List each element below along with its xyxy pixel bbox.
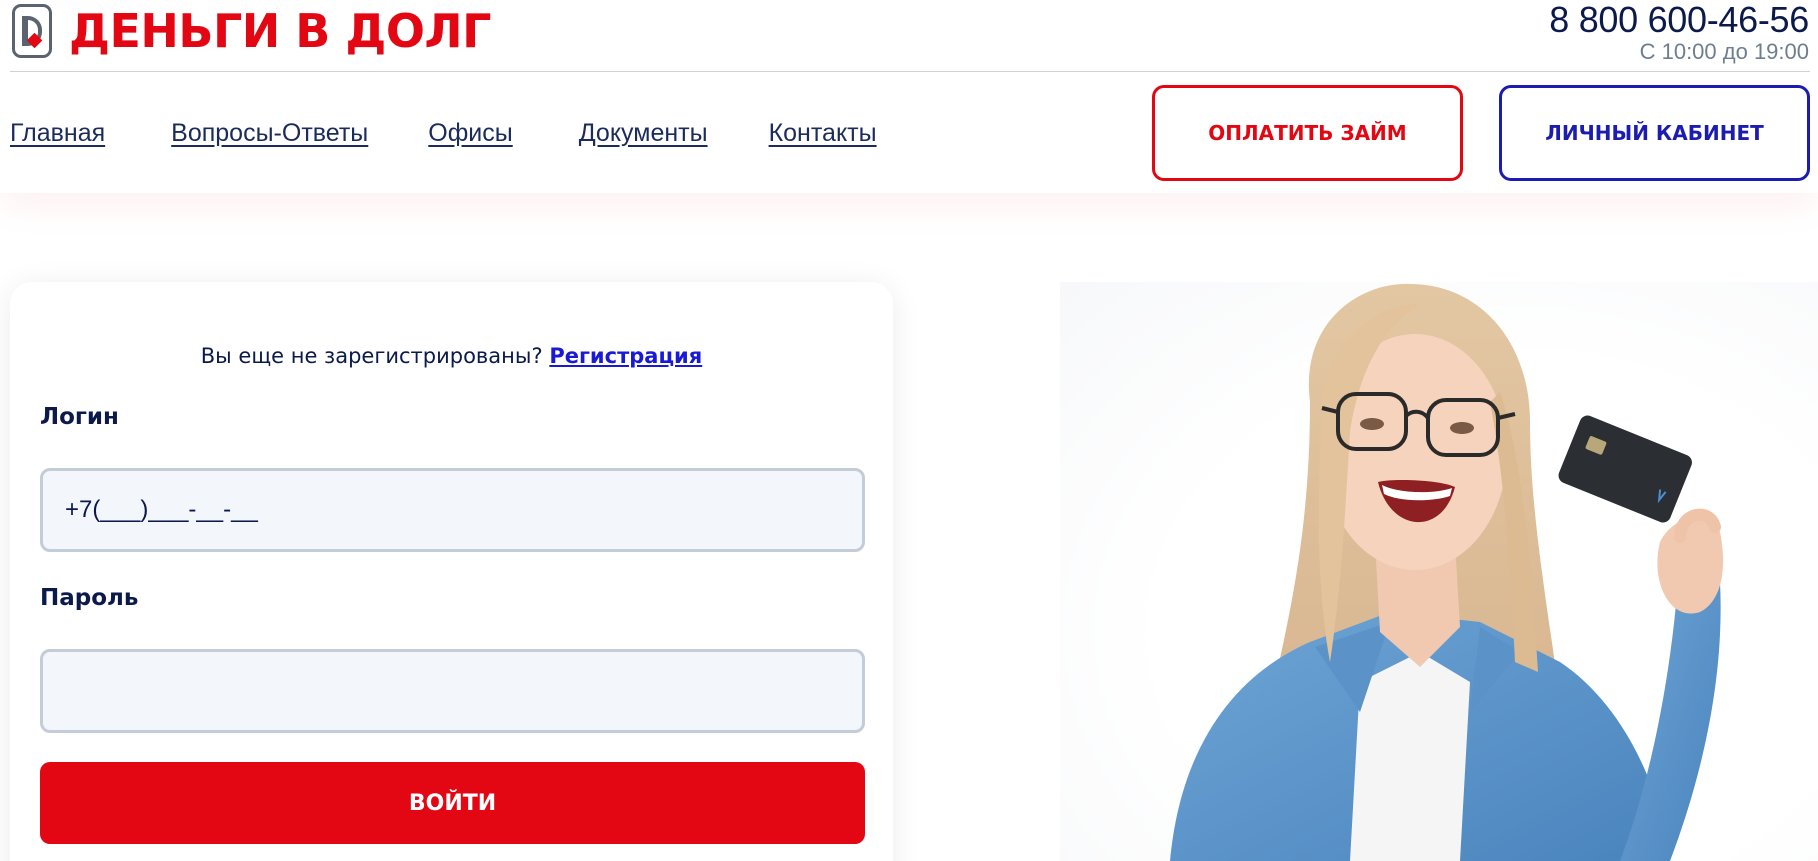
brand-name: ДЕНЬГИ В ДОЛГ [69,4,491,58]
registration-prompt: Вы еще не зарегистрированы? Регистрация [10,344,893,368]
pay-loan-button[interactable]: ОПЛАТИТЬ ЗАЙМ [1152,85,1463,181]
contact-block: 8 800 600-46-56 С 10:00 до 19:00 [1549,0,1809,66]
phone-number[interactable]: 8 800 600-46-56 [1549,0,1809,40]
woman-with-card-image [1170,283,1724,861]
nav-item-home[interactable]: Главная [10,116,105,150]
hero-photo [1060,282,1818,861]
nav-item-documents[interactable]: Документы [579,116,708,150]
nav-item-contacts[interactable]: Контакты [769,116,877,150]
nav-item-offices[interactable]: Офисы [428,116,512,150]
nav-item-faq[interactable]: Вопросы-Ответы [171,116,368,150]
register-link[interactable]: Регистрация [549,344,702,368]
main-nav: Главная Вопросы-Ответы Офисы Документы К… [10,116,943,150]
login-submit-button[interactable]: ВОЙТИ [40,762,865,844]
password-label: Пароль [40,585,139,611]
brand[interactable]: ДЕНЬГИ В ДОЛГ [12,4,491,58]
login-card: Вы еще не зарегистрированы? Регистрация … [10,282,893,861]
site-header: ДЕНЬГИ В ДОЛГ 8 800 600-46-56 С 10:00 до… [0,0,1818,193]
working-hours: С 10:00 до 19:00 [1639,39,1809,64]
personal-account-button[interactable]: ЛИЧНЫЙ КАБИНЕТ [1499,85,1810,181]
login-label: Логин [40,404,119,430]
not-registered-text: Вы еще не зарегистрированы? [200,344,543,368]
password-input[interactable] [40,649,865,733]
page: ДЕНЬГИ В ДОЛГ 8 800 600-46-56 С 10:00 до… [0,0,1818,861]
login-input[interactable]: +7(___)___-__-__ [40,468,865,552]
logo-icon [12,4,52,58]
header-divider [10,71,1810,72]
